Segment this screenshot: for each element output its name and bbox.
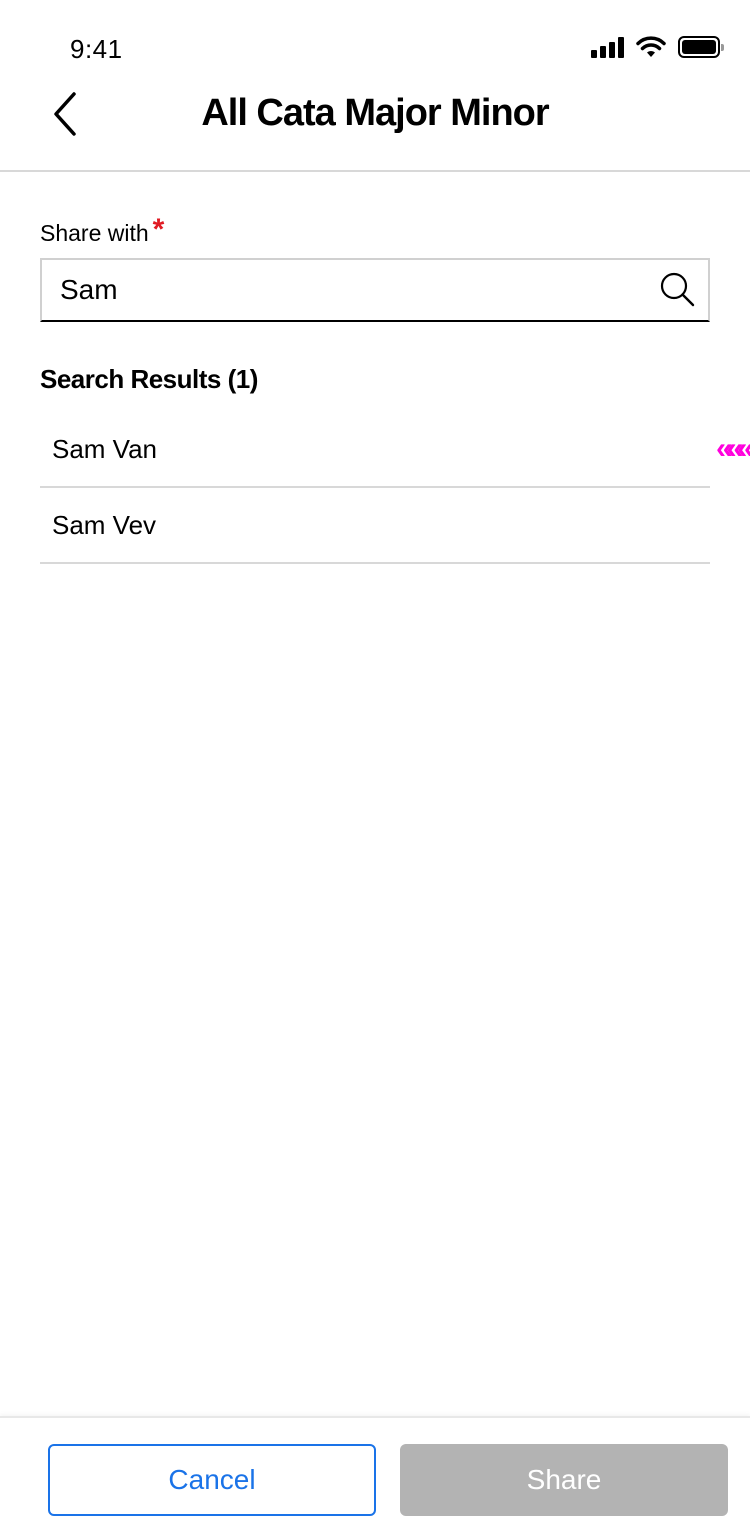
search-results-list: Sam Van Sam Vev (40, 412, 710, 564)
required-indicator: * (152, 213, 165, 246)
result-item-sam-van[interactable]: Sam Van (40, 412, 710, 488)
status-time: 9:41 (70, 34, 123, 64)
nav-header: All Cata Major Minor (0, 80, 750, 172)
status-bar: 9:41 (0, 0, 750, 80)
wifi-icon (636, 36, 666, 57)
cancel-button[interactable]: Cancel (48, 1444, 376, 1516)
result-item-sam-vev[interactable]: Sam Vev (40, 488, 710, 564)
search-button[interactable] (648, 260, 708, 320)
status-icons (591, 34, 724, 60)
result-item-label: Sam Van (52, 433, 158, 464)
battery-icon (678, 36, 724, 58)
signal-icon (591, 36, 624, 58)
share-with-search-field (40, 258, 710, 322)
share-button[interactable]: Share (400, 1444, 728, 1516)
search-results-heading: Search Results (1) (40, 364, 258, 394)
search-icon (660, 272, 695, 307)
result-item-label: Sam Vev (52, 509, 157, 540)
share-screen: 9:41 All Cata Major Minor Share with * S… (0, 0, 750, 1536)
action-footer: Cancel Share (0, 1416, 750, 1536)
page-title: All Cata Major Minor (201, 92, 549, 134)
share-with-label: Share with * (40, 213, 165, 247)
share-with-label-text: Share with (40, 220, 149, 246)
annotation-marker-icon: ««« (715, 432, 750, 465)
search-input[interactable] (42, 260, 648, 320)
